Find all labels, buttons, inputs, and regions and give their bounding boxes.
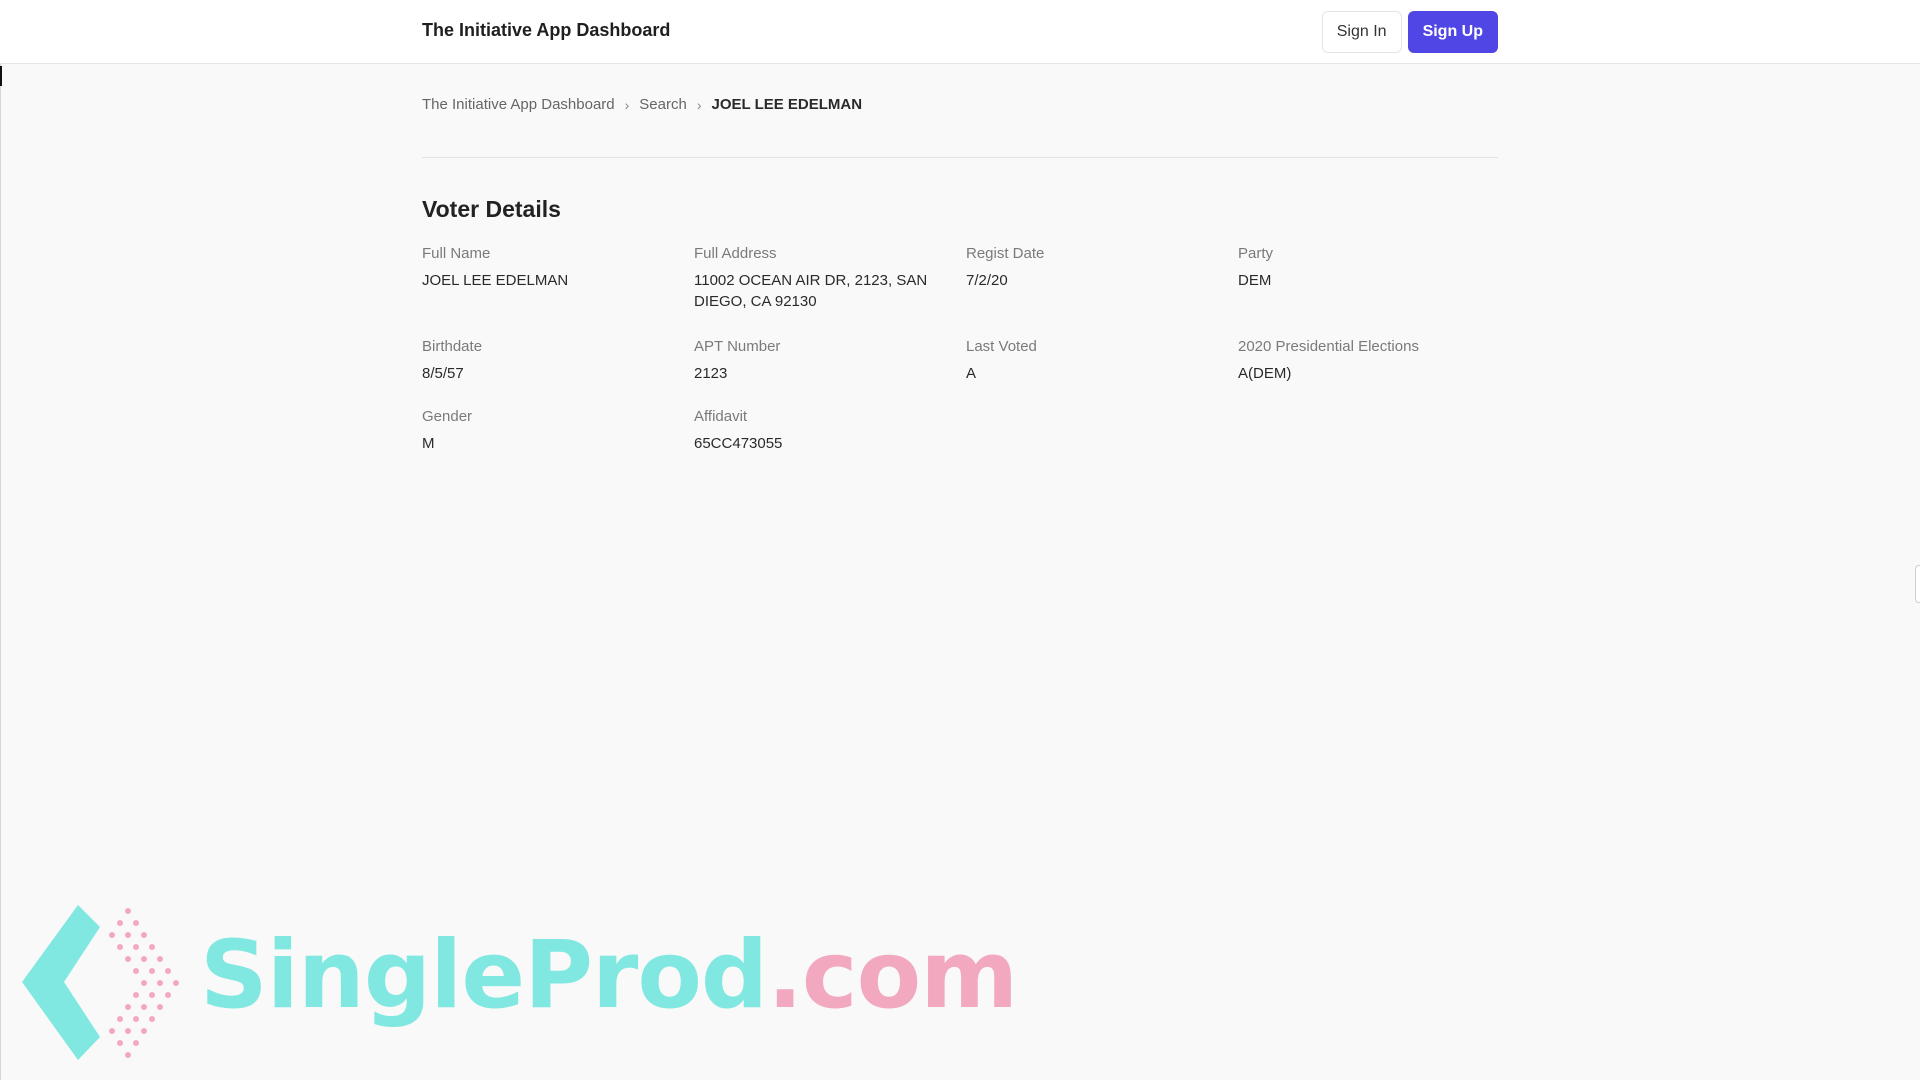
field-full-address: Full Address 11002 OCEAN AIR DR, 2123, S… [694, 244, 944, 312]
field-apt-number: APT Number 2123 [694, 337, 944, 384]
breadcrumb-item-search[interactable]: Search [639, 96, 687, 113]
watermark-logo: SingleProd.com [20, 905, 1018, 1060]
field-regist-date: Regist Date 7/2/20 [966, 244, 1216, 291]
text-cursor [0, 66, 2, 86]
field-value: 65CC473055 [694, 435, 783, 452]
top-navigation-bar: The Initiative App Dashboard Sign In Sig… [0, 0, 1920, 64]
side-panel-handle[interactable] [1915, 565, 1920, 603]
field-affidavit: Affidavit 65CC473055 [694, 407, 944, 454]
field-value: 2123 [694, 365, 728, 382]
field-value: JOEL LEE EDELMAN [422, 272, 569, 289]
field-label: Regist Date [966, 245, 1045, 262]
field-last-voted: Last Voted A [966, 337, 1216, 384]
field-label: Full Name [422, 245, 491, 262]
field-value: 8/5/57 [422, 365, 464, 382]
watermark-text-domain: .com [767, 921, 1018, 1030]
page-title: Voter Details [422, 196, 561, 222]
field-label: Gender [422, 408, 473, 425]
field-value: M [422, 435, 435, 452]
field-value: 7/2/20 [966, 272, 1008, 289]
auth-buttons: Sign In Sign Up [1321, 11, 1498, 53]
watermark-chevron-icon [22, 905, 179, 1060]
breadcrumb: The Initiative App Dashboard › Search › … [422, 96, 862, 113]
app-brand-title[interactable]: The Initiative App Dashboard [422, 20, 670, 41]
field-label: Affidavit [694, 408, 748, 425]
field-value: DEM [1238, 272, 1272, 289]
field-value: 11002 OCEAN AIR DR, 2123, SAN DIEGO, CA … [694, 272, 928, 310]
field-label: Birthdate [422, 338, 483, 355]
field-gender: Gender M [422, 407, 672, 454]
field-label: 2020 Presidential Elections [1238, 338, 1419, 355]
field-value: A(DEM) [1238, 365, 1292, 382]
field-label: APT Number [694, 338, 781, 355]
field-2020-presidential-elections: 2020 Presidential Elections A(DEM) [1238, 337, 1488, 384]
breadcrumb-item-current: JOEL LEE EDELMAN [711, 96, 863, 113]
field-birthdate: Birthdate 8/5/57 [422, 337, 672, 384]
field-party: Party DEM [1238, 244, 1488, 291]
breadcrumb-separator-icon: › [696, 96, 702, 113]
field-label: Party [1238, 245, 1274, 262]
watermark-text-main: SingleProd [200, 921, 768, 1030]
field-label: Full Address [694, 245, 777, 262]
field-label: Last Voted [966, 338, 1037, 355]
sign-in-button[interactable]: Sign In [1321, 11, 1402, 53]
breadcrumb-separator-icon: › [624, 96, 630, 113]
window-left-edge [0, 0, 1, 1080]
field-full-name: Full Name JOEL LEE EDELMAN [422, 244, 672, 291]
field-value: A [966, 365, 977, 382]
watermark-text: SingleProd.com [200, 921, 1018, 1030]
section-divider [422, 157, 1498, 158]
sign-up-button[interactable]: Sign Up [1407, 11, 1498, 53]
breadcrumb-item-dashboard[interactable]: The Initiative App Dashboard [422, 96, 615, 113]
